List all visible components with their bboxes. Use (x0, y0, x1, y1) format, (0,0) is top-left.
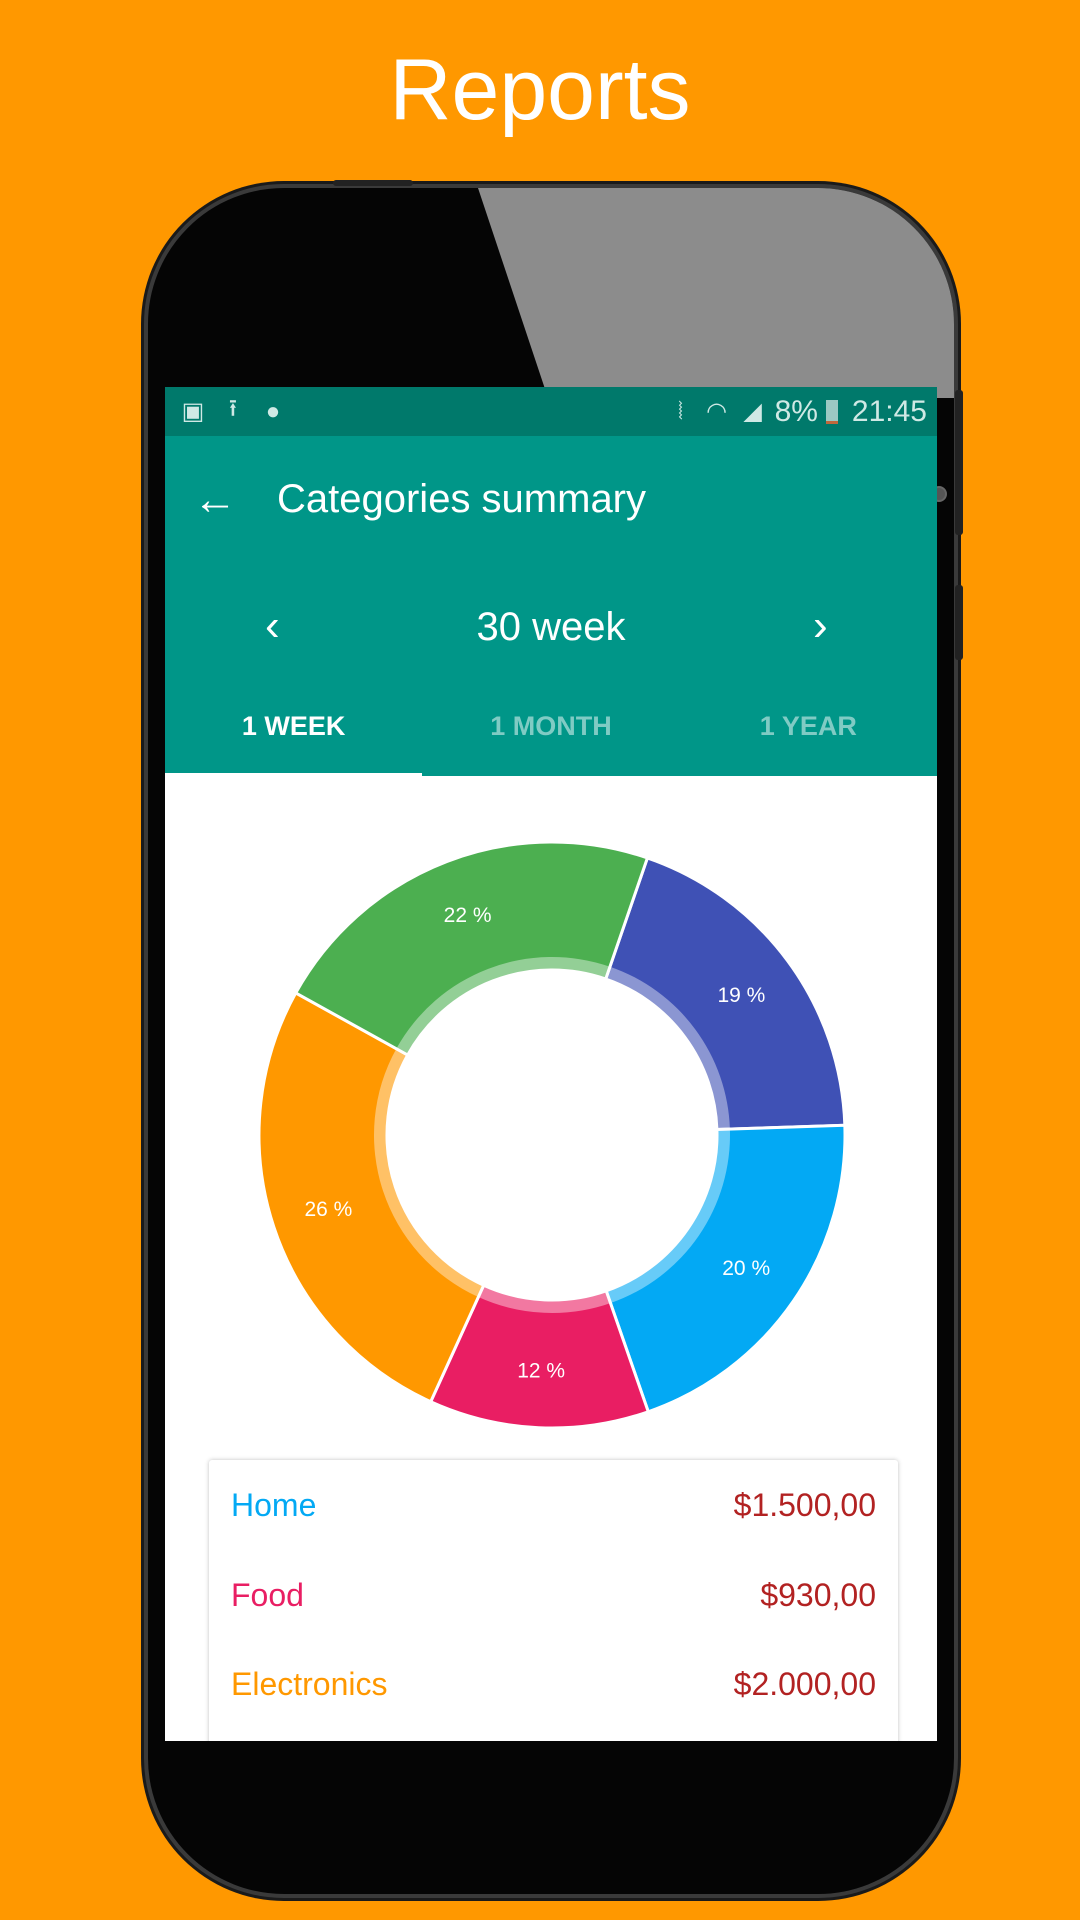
slice-label: 22 % (444, 904, 492, 927)
category-name: Food (231, 1577, 304, 1613)
wifi-icon: ◠ (706, 398, 728, 425)
category-name: Home (231, 1487, 317, 1523)
battery-icon (825, 399, 838, 424)
donut-slice[interactable] (257, 990, 486, 1404)
slice-label: 26 % (304, 1198, 352, 1221)
vibrate-icon: ⦚ (678, 397, 684, 425)
donut-slice[interactable] (293, 840, 650, 1058)
signal-icon: ◢ (743, 398, 762, 425)
toolbar: ← Categories summary (165, 436, 937, 563)
slice-label: 20 % (722, 1257, 770, 1280)
top-button (333, 180, 413, 186)
volume-button (955, 390, 963, 535)
list-item[interactable]: Home $1.500,00 (231, 1487, 876, 1524)
tab-1-month[interactable]: 1 MONTH (422, 691, 679, 776)
arrow-left-icon[interactable]: ← (193, 477, 253, 522)
app-screen: ▣ ⭱ ● ⦚ ◠ ◢ 8% 21:45 ← Categories summar… (165, 387, 937, 1741)
category-name: Electronics (231, 1666, 388, 1702)
chevron-right-icon[interactable]: › (813, 601, 828, 651)
clock: 21:45 (851, 394, 927, 428)
power-button (955, 585, 963, 660)
period-navigator: ‹ 30 week › (165, 563, 937, 691)
category-amount: $2.000,00 (733, 1666, 876, 1702)
page-title: Categories summary (277, 477, 647, 521)
tab-1-week[interactable]: 1 WEEK (165, 691, 423, 776)
slice-label: 19 % (717, 984, 765, 1007)
page-headline: Reports (389, 42, 691, 138)
category-amount: $1.500,00 (733, 1487, 876, 1523)
period-tabs: 1 WEEK 1 MONTH 1 YEAR (165, 691, 937, 776)
category-amount: $930,00 (760, 1577, 876, 1613)
messenger-icon: ● (265, 397, 281, 425)
tab-1-year[interactable]: 1 YEAR (680, 691, 937, 776)
donut-chart: 19 % 20 % 12 % 26 % 22 % (257, 840, 847, 1430)
chevron-left-icon[interactable]: ‹ (265, 601, 280, 651)
image-icon: ▣ (181, 398, 205, 425)
slice-label: 12 % (517, 1359, 565, 1382)
list-item[interactable]: Electronics $2.000,00 (231, 1666, 876, 1703)
battery-percent: 8% (774, 394, 818, 428)
status-bar: ▣ ⭱ ● ⦚ ◠ ◢ 8% 21:45 (165, 387, 937, 436)
list-item[interactable]: Food $930,00 (231, 1577, 876, 1614)
upload-icon: ⭱ (228, 395, 238, 422)
category-list: Home $1.500,00 Food $930,00 Electronics … (209, 1460, 898, 1741)
